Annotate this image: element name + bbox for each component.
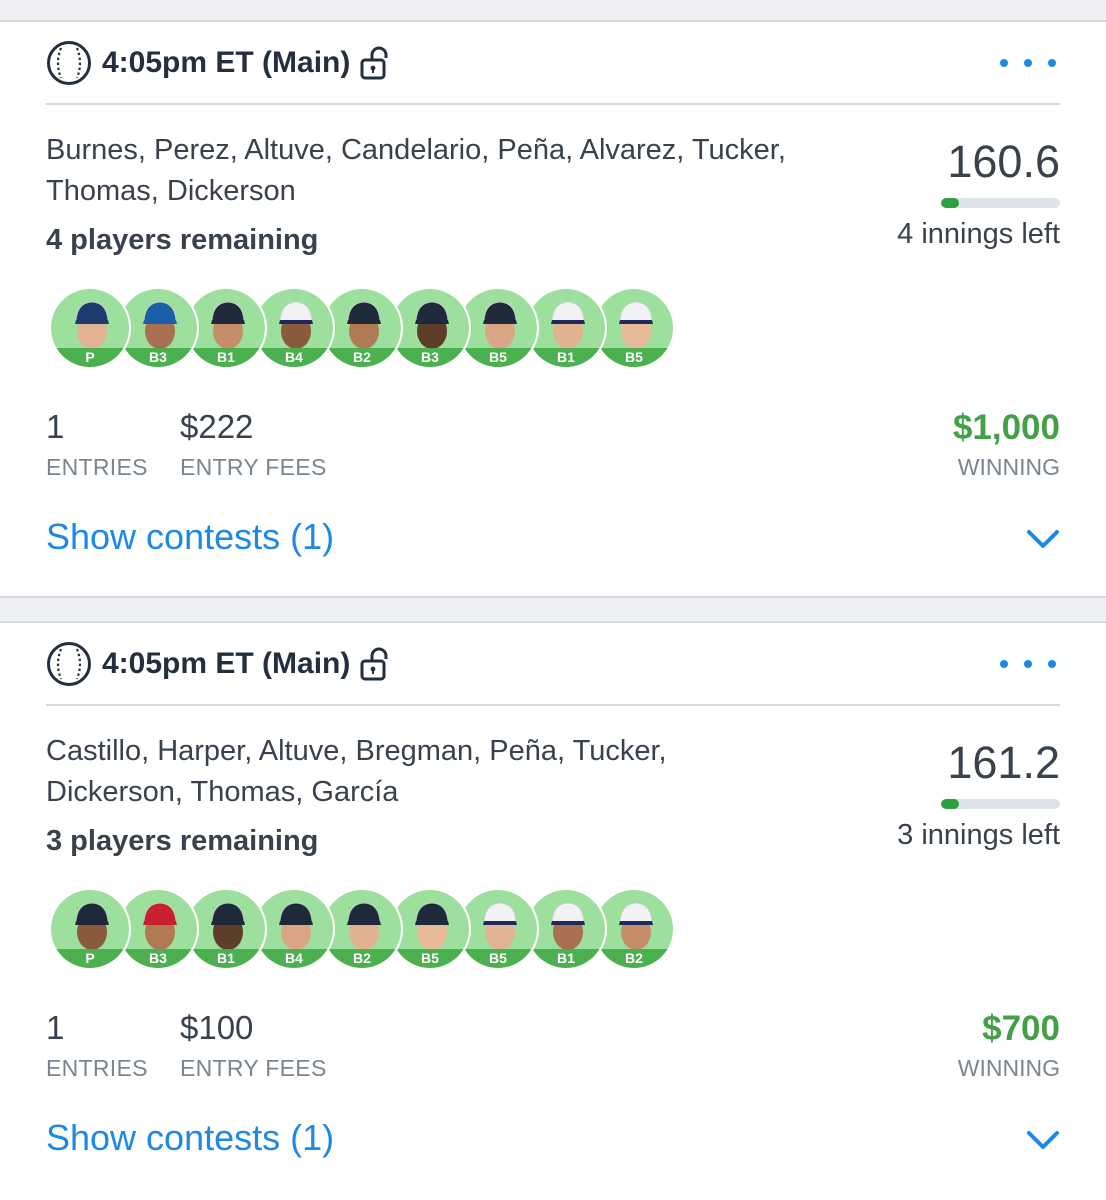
player-avatar[interactable]: P <box>49 287 131 369</box>
position-label: B4 <box>255 949 333 968</box>
position-label: B5 <box>595 348 673 367</box>
entry-fees-value: $222 <box>180 408 254 445</box>
unlocked-padlock-icon <box>360 647 388 681</box>
lineup-score: 161.2 <box>947 737 1060 788</box>
position-label: B1 <box>187 348 265 367</box>
players-remaining: 3 players remaining <box>46 825 319 857</box>
lineup-players: Castillo, Harper, Altuve, Bregman, Peña,… <box>46 735 667 808</box>
entries-count: 1 <box>46 1009 65 1046</box>
chevron-down-icon[interactable] <box>1026 522 1060 556</box>
lineup-card: 4:05pm ET (Main) Castillo, Harper, Altuv… <box>0 621 1106 1200</box>
position-label: B1 <box>187 949 265 968</box>
slate-title: 4:05pm ET (Main) <box>102 46 351 79</box>
show-contests-link[interactable]: Show contests (1) <box>46 516 334 558</box>
position-label: B3 <box>119 949 197 968</box>
winning-label: WINNING <box>957 454 1060 480</box>
card-header: 4:05pm ET (Main) <box>46 40 1060 86</box>
entries-count: 1 <box>46 408 65 445</box>
position-label: B5 <box>391 949 469 968</box>
entries-label: ENTRIES <box>46 454 148 480</box>
roster-avatars: P B3 B1 B4 B2 B3 B5 B1 B5 <box>49 287 689 371</box>
position-label: P <box>51 348 129 367</box>
position-label: B2 <box>595 949 673 968</box>
position-label: B2 <box>323 348 401 367</box>
entries-label: ENTRIES <box>46 1055 148 1081</box>
lineup-score: 160.6 <box>947 136 1060 187</box>
baseball-icon <box>47 41 91 85</box>
ellipsis-icon[interactable] <box>1000 651 1056 677</box>
entry-fees-value: $100 <box>180 1009 254 1046</box>
innings-left: 4 innings left <box>897 218 1060 250</box>
player-avatar[interactable]: P <box>49 888 131 970</box>
position-label: B4 <box>255 348 333 367</box>
progress-fill <box>941 799 959 809</box>
position-label: B3 <box>391 348 469 367</box>
progress-bar <box>941 799 1060 809</box>
position-label: P <box>51 949 129 968</box>
card-header: 4:05pm ET (Main) <box>46 641 1060 687</box>
entry-fees-label: ENTRY FEES <box>180 454 327 480</box>
position-label: B1 <box>527 348 605 367</box>
position-label: B1 <box>527 949 605 968</box>
lineup-card: 4:05pm ET (Main) Burnes, Perez, Altuve, … <box>0 20 1106 598</box>
progress-bar <box>941 198 1060 208</box>
players-remaining: 4 players remaining <box>46 224 319 256</box>
winning-amount: $700 <box>982 1009 1060 1048</box>
winning-label: WINNING <box>957 1055 1060 1081</box>
slate-title: 4:05pm ET (Main) <box>102 647 351 680</box>
position-label: B3 <box>119 348 197 367</box>
unlocked-padlock-icon <box>360 46 388 80</box>
winning-amount: $1,000 <box>952 408 1060 447</box>
chevron-down-icon[interactable] <box>1026 1123 1060 1157</box>
position-label: B5 <box>459 949 537 968</box>
progress-fill <box>941 198 959 208</box>
header-divider <box>46 704 1060 706</box>
show-contests-link[interactable]: Show contests (1) <box>46 1117 334 1159</box>
roster-avatars: P B3 B1 B4 B2 B5 B5 B1 B2 <box>49 888 689 972</box>
ellipsis-icon[interactable] <box>1000 50 1056 76</box>
position-label: B2 <box>323 949 401 968</box>
entry-fees-label: ENTRY FEES <box>180 1055 327 1081</box>
header-divider <box>46 103 1060 105</box>
lineup-players: Burnes, Perez, Altuve, Candelario, Peña,… <box>46 134 786 207</box>
baseball-icon <box>47 642 91 686</box>
innings-left: 3 innings left <box>897 819 1060 851</box>
position-label: B5 <box>459 348 537 367</box>
